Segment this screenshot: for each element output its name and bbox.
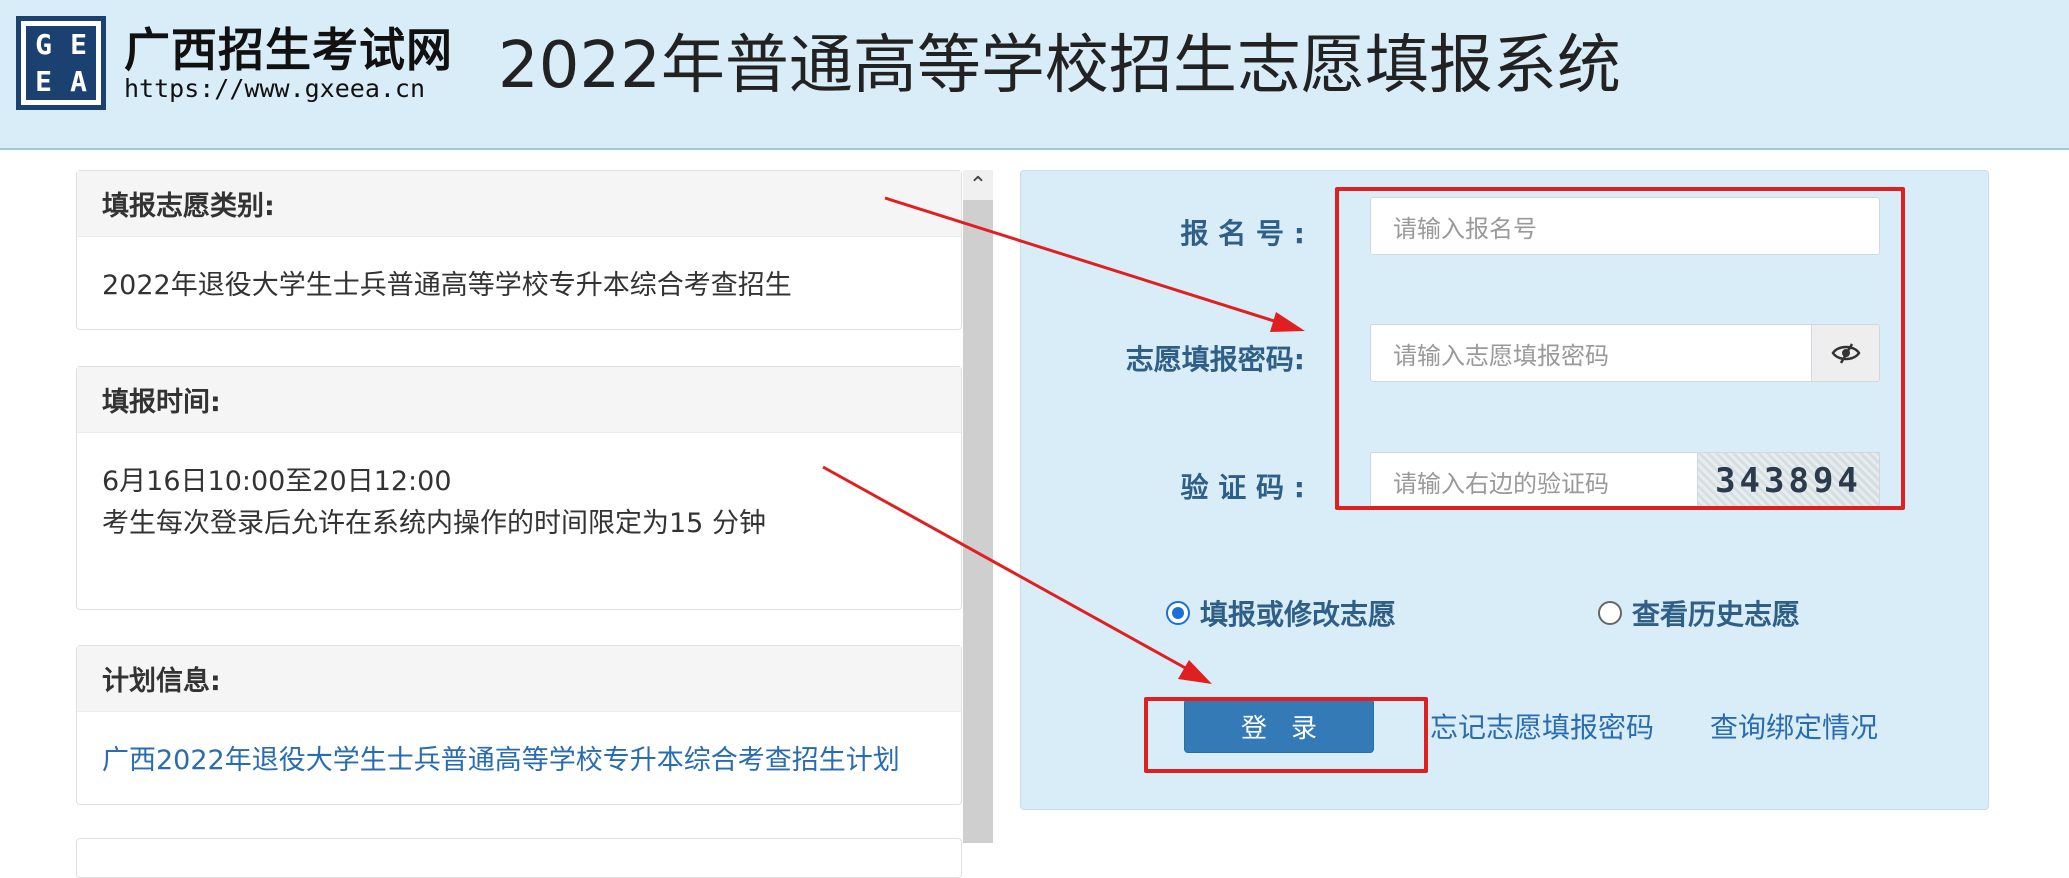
logo-letter: G (35, 27, 52, 61)
panel-title: 计划信息: (77, 646, 961, 712)
password-input[interactable]: 请输入志愿填报密码 (1370, 324, 1812, 382)
login-button[interactable]: 登录 (1184, 699, 1374, 753)
logo-letter: E (70, 27, 87, 61)
panel-body: 广西2022年退役大学生士兵普通高等学校专升本综合考查招生计划 (77, 712, 961, 802)
panel-title: 填报志愿类别: (77, 171, 961, 237)
radio-fill-modify[interactable]: 填报或修改志愿 (1166, 593, 1396, 633)
site-name: 广西招生考试网 (124, 23, 453, 77)
scroll-up-arrow-icon[interactable]: ⌃ (963, 170, 993, 200)
radio-label: 填报或修改志愿 (1200, 598, 1397, 631)
page-title: 2022年普通高等学校招生志愿填报系统 (498, 29, 1621, 103)
radio-label: 查看历史志愿 (1632, 598, 1801, 631)
logo-letter: A (70, 64, 87, 98)
plan-link[interactable]: 广西2022年退役大学生士兵普通高等学校专升本综合考查招生计划 (102, 740, 936, 782)
panel-title: 填报时间: (77, 367, 961, 433)
info-panel-partial (76, 838, 962, 878)
forgot-password-link[interactable]: 忘记志愿填报密码 (1430, 706, 1654, 746)
eye-slash-icon (1831, 343, 1860, 364)
query-binding-link[interactable]: 查询绑定情况 (1710, 706, 1878, 746)
info-panel-time: 填报时间: 6月16日10:00至20日12:00 考生每次登录后允许在系统内操… (76, 366, 962, 610)
captcha-image[interactable]: 343894 (1698, 452, 1880, 510)
captcha-label: 验 证 码 : (1180, 471, 1305, 504)
info-panel-category: 填报志愿类别: 2022年退役大学生士兵普通高等学校专升本综合考查招生 (76, 170, 962, 330)
logo-letters: G E E A (26, 26, 96, 100)
reg-number-input[interactable]: 请输入报名号 (1370, 197, 1880, 255)
toggle-password-button[interactable] (1812, 324, 1880, 382)
panel-text: 6月16日10:00至20日12:00 (102, 466, 452, 497)
reg-number-label: 报 名 号 : (1180, 217, 1305, 250)
panel-text: 2022年退役大学生士兵普通高等学校专升本综合考查招生 (102, 270, 792, 301)
panel-text: 考生每次登录后允许在系统内操作的时间限定为15 分钟 (102, 508, 766, 539)
radio-unchecked-icon (1598, 601, 1622, 625)
panel-body: 6月16日10:00至20日12:00 考生每次登录后允许在系统内操作的时间限定… (77, 433, 961, 565)
gxeea-logo[interactable]: G E E A (16, 16, 106, 110)
logo-letter: E (35, 64, 52, 98)
captcha-input[interactable]: 请输入右边的验证码 (1370, 452, 1698, 510)
site-url: https://www.gxeea.cn (124, 74, 426, 103)
radio-checked-icon (1166, 601, 1190, 625)
left-scrollbar[interactable]: ⌃ (963, 170, 993, 843)
panel-body: 2022年退役大学生士兵普通高等学校专升本综合考查招生 (77, 237, 961, 327)
radio-view-history[interactable]: 查看历史志愿 (1598, 593, 1800, 633)
info-panel-plan: 计划信息: 广西2022年退役大学生士兵普通高等学校专升本综合考查招生计划 (76, 645, 962, 805)
page-header: G E E A 广西招生考试网 https://www.gxeea.cn 202… (0, 0, 2069, 150)
password-label: 志愿填报密码: (1125, 343, 1305, 376)
